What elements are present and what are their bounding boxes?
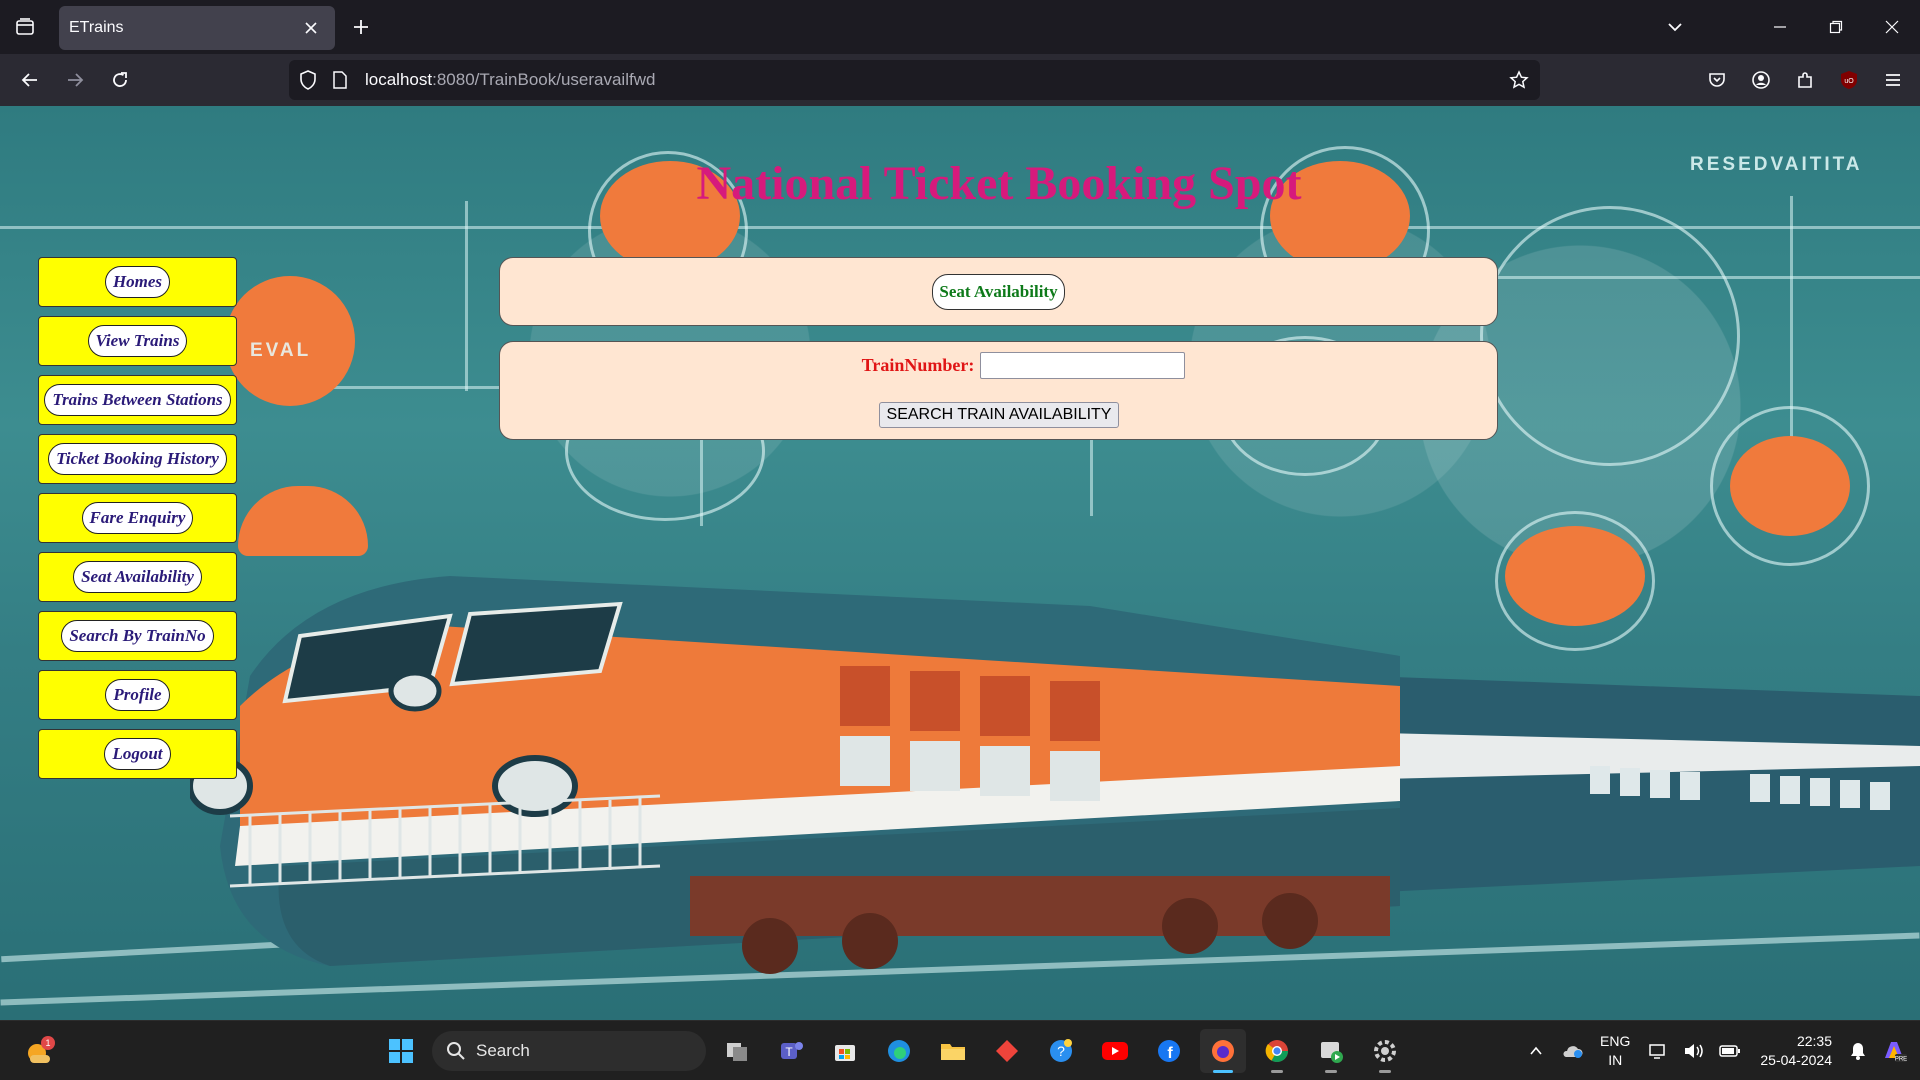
- site-title: National Ticket Booking Spot: [696, 157, 1302, 210]
- menu-item-label[interactable]: Profile: [105, 679, 170, 711]
- windows-taskbar: 1 Search T ? f ENG IN 22:35 25-04-2024 P…: [0, 1020, 1920, 1080]
- section-header-panel: Seat Availability: [499, 257, 1498, 326]
- train-number-label: TrainNumber:: [861, 355, 975, 375]
- section-heading: Seat Availability: [932, 273, 1065, 310]
- menu-item-fare-enquiry[interactable]: Fare Enquiry: [38, 493, 237, 543]
- sign-text-left: EVAL: [250, 340, 312, 361]
- ublock-icon[interactable]: uO: [1832, 63, 1866, 97]
- menu-item-label[interactable]: Trains Between Stations: [44, 384, 231, 416]
- onedrive-icon[interactable]: [1554, 1031, 1590, 1071]
- menu-item-view-trains[interactable]: View Trains: [38, 316, 237, 366]
- battery-icon[interactable]: [1712, 1031, 1748, 1071]
- chevron-down-icon[interactable]: [1660, 12, 1690, 42]
- weather-widget-icon[interactable]: 1: [24, 1035, 56, 1067]
- clock-date: 25-04-2024: [1760, 1052, 1832, 1068]
- notification-bell-icon[interactable]: [1840, 1031, 1876, 1071]
- svg-text:T: T: [785, 1045, 793, 1059]
- restore-icon[interactable]: [1808, 0, 1864, 54]
- menu-item-label[interactable]: Homes: [104, 266, 171, 298]
- language-indicator[interactable]: ENG IN: [1600, 1032, 1630, 1070]
- page-viewport: RESEDVAITITA EVAL National Ticket Bookin…: [0, 106, 1920, 1020]
- minimize-icon[interactable]: [1752, 0, 1808, 54]
- close-window-icon[interactable]: [1864, 0, 1920, 54]
- chevron-up-icon[interactable]: [1518, 1031, 1554, 1071]
- account-icon[interactable]: [1744, 63, 1778, 97]
- pocket-icon[interactable]: [1700, 63, 1734, 97]
- svg-text:f: f: [1167, 1045, 1173, 1062]
- reload-icon[interactable]: [103, 63, 137, 97]
- task-view-icon[interactable]: [714, 1029, 760, 1073]
- close-tab-icon[interactable]: [299, 16, 323, 40]
- menu-item-homes[interactable]: Homes: [38, 257, 237, 307]
- browser-tab-active[interactable]: ETrains: [59, 6, 335, 50]
- tab-list-icon[interactable]: [10, 12, 40, 42]
- windows-start-icon[interactable]: [378, 1029, 424, 1073]
- clock[interactable]: 22:35 25-04-2024: [1760, 1032, 1832, 1070]
- menu-item-label[interactable]: Seat Availability: [73, 561, 202, 593]
- edge-icon[interactable]: [876, 1029, 922, 1073]
- help-icon[interactable]: ?: [1038, 1029, 1084, 1073]
- menu-item-seat-availability[interactable]: Seat Availability: [38, 552, 237, 602]
- copilot-icon[interactable]: PRE: [1876, 1031, 1912, 1071]
- menu-item-search-by-trainno[interactable]: Search By TrainNo: [38, 611, 237, 661]
- network-icon[interactable]: [1640, 1031, 1676, 1071]
- side-menu: Homes View Trains Trains Between Station…: [38, 257, 237, 788]
- new-tab-icon[interactable]: [346, 12, 376, 42]
- taskbar-search[interactable]: Search: [432, 1031, 706, 1071]
- taskbar-search-label: Search: [476, 1041, 530, 1060]
- extensions-icon[interactable]: [1788, 63, 1822, 97]
- settings-gear-icon[interactable]: [1362, 1029, 1408, 1073]
- menu-item-label[interactable]: View Trains: [87, 325, 188, 357]
- menu-item-profile[interactable]: Profile: [38, 670, 237, 720]
- store-icon[interactable]: [822, 1029, 868, 1073]
- hamburger-menu-icon[interactable]: [1876, 63, 1910, 97]
- shield-icon[interactable]: [295, 67, 321, 93]
- url-text: localhost:8080/TrainBook/useravailfwd: [365, 70, 656, 89]
- media-player-icon[interactable]: [1308, 1029, 1354, 1073]
- search-icon: [447, 1042, 465, 1060]
- menu-item-label[interactable]: Search By TrainNo: [61, 620, 214, 652]
- tab-title: ETrains: [69, 19, 124, 36]
- anydesk-icon[interactable]: [984, 1029, 1030, 1073]
- bookmark-star-icon[interactable]: [1506, 67, 1532, 93]
- svg-text:uO: uO: [1844, 78, 1854, 85]
- browser-tab-bar: ETrains: [0, 0, 1920, 54]
- menu-item-logout[interactable]: Logout: [38, 729, 237, 779]
- train-illustration: [190, 576, 1920, 974]
- volume-icon[interactable]: [1676, 1031, 1712, 1071]
- forward-arrow-icon[interactable]: [58, 63, 92, 97]
- notification-count: 1: [45, 1038, 50, 1048]
- page-icon: [327, 67, 353, 93]
- youtube-icon[interactable]: [1092, 1029, 1138, 1073]
- menu-item-ticket-booking-history[interactable]: Ticket Booking History: [38, 434, 237, 484]
- file-explorer-icon[interactable]: [930, 1029, 976, 1073]
- seat-availability-form: TrainNumber: SEARCH TRAIN AVAILABILITY: [499, 341, 1498, 440]
- clock-time: 22:35: [1796, 1033, 1832, 1049]
- firefox-icon[interactable]: [1200, 1029, 1246, 1073]
- menu-item-trains-between-stations[interactable]: Trains Between Stations: [38, 375, 237, 425]
- chrome-icon[interactable]: [1254, 1029, 1300, 1073]
- teams-icon[interactable]: T: [768, 1029, 814, 1073]
- facebook-icon[interactable]: f: [1146, 1029, 1192, 1073]
- browser-toolbar: localhost:8080/TrainBook/useravailfwd uO: [0, 54, 1920, 106]
- menu-item-label[interactable]: Ticket Booking History: [48, 443, 227, 475]
- menu-item-label[interactable]: Logout: [104, 738, 171, 770]
- svg-text:?: ?: [1057, 1043, 1065, 1059]
- train-number-input[interactable]: [980, 352, 1186, 379]
- search-train-availability-button[interactable]: SEARCH TRAIN AVAILABILITY: [879, 402, 1119, 428]
- back-arrow-icon[interactable]: [13, 63, 47, 97]
- url-bar[interactable]: localhost:8080/TrainBook/useravailfwd: [289, 60, 1540, 100]
- menu-item-label[interactable]: Fare Enquiry: [81, 502, 194, 534]
- svg-text:PRE: PRE: [1895, 1057, 1907, 1063]
